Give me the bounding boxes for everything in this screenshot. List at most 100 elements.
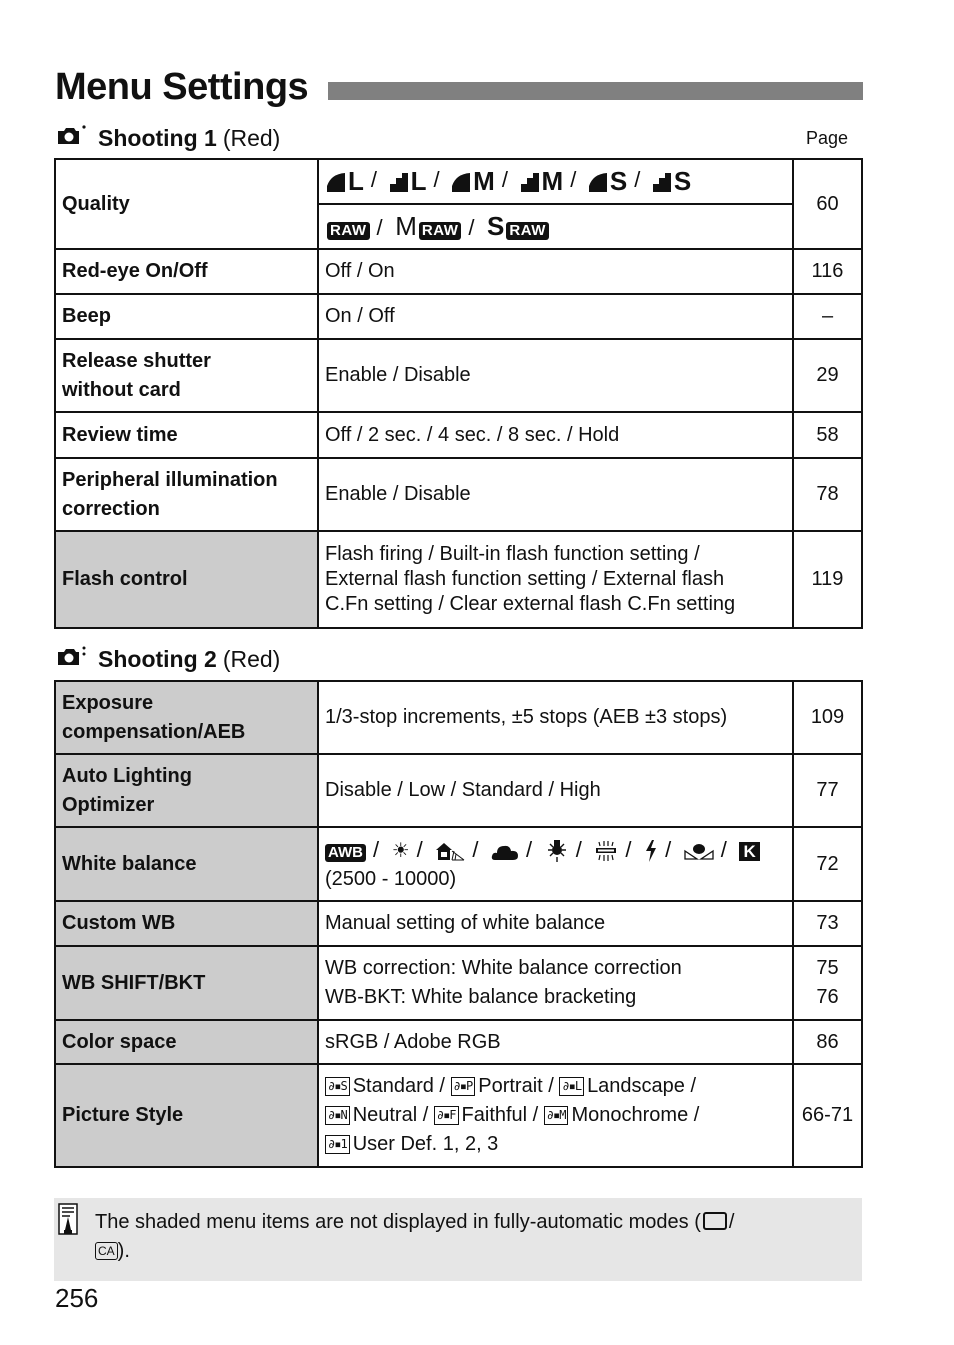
raw-badge: RAW: [506, 222, 549, 240]
picture-style-icon: ∂▪P: [450, 1077, 476, 1097]
memo-pencil-icon: [58, 1203, 78, 1240]
page-ref: 86: [792, 1019, 863, 1065]
setting-label: Red-eye On/Off: [54, 248, 319, 295]
shade-icon: [435, 841, 465, 861]
page-number: 256: [55, 1283, 99, 1313]
picture-style-option: ∂▪1 User Def. 1, 2, 3: [325, 1133, 498, 1155]
fluorescent-icon: [594, 840, 618, 862]
setting-label: WB SHIFT/BKT: [54, 945, 319, 1021]
setting-options: On / Off: [317, 293, 794, 340]
section-color: (Red): [222, 645, 281, 672]
picture-style-options: ∂▪S Standard / ∂▪P Portrait / ∂▪L Landscape…: [317, 1063, 794, 1168]
section-heading-shooting-1: Shooting 1 (Red) Page: [56, 124, 862, 152]
raw-size-prefix: M: [395, 211, 417, 241]
section-heading-shooting-2: Shooting 2 (Red): [56, 645, 862, 673]
page-ref: 78: [792, 457, 863, 532]
fine-quality-icon: [452, 172, 471, 192]
table-row: Exposure compensation/AEB 1/3-stop increm…: [54, 680, 863, 755]
page-ref: 72: [792, 826, 863, 902]
flash-icon: [644, 840, 658, 863]
quality-option: M: [452, 166, 495, 197]
picture-style-option: ∂▪F Faithful /: [433, 1104, 538, 1126]
table-row: Color space sRGB / Adobe RGB 86: [54, 1019, 863, 1065]
setting-label: Peripheral illumination correction: [54, 457, 319, 532]
page-ref: 60: [792, 158, 863, 250]
title-bar-decoration: [328, 82, 863, 100]
section-color: (Red): [222, 124, 281, 151]
picture-style-option: ∂▪M Monochrome /: [543, 1104, 699, 1126]
quality-option: L: [389, 166, 426, 197]
page-ref: 73: [792, 900, 863, 947]
page-ref: 58: [792, 411, 863, 459]
setting-options: Enable / Disable: [317, 338, 794, 413]
page-ref: 29: [792, 338, 863, 413]
custom-wb-icon: [684, 842, 714, 860]
page-ref: 116: [792, 248, 863, 295]
page-title: Menu Settings: [55, 65, 309, 108]
color-temperature-range: (2500 - 10000): [325, 867, 457, 890]
quality-option: L: [327, 166, 364, 197]
page-ref: 77: [792, 753, 863, 828]
setting-label: Picture Style: [54, 1063, 319, 1168]
setting-options: Disable / Low / Standard / High: [317, 753, 794, 828]
setting-quality: Quality: [54, 158, 319, 250]
setting-label: Review time: [54, 411, 319, 459]
picture-style-icon: ∂▪S: [325, 1077, 350, 1097]
table-row: Red-eye On/Off Off / On 116: [54, 248, 863, 295]
fine-quality-icon: [588, 172, 607, 192]
full-auto-mode-icon: [702, 1212, 727, 1230]
note-box: The shaded menu items are not displayed …: [54, 1198, 862, 1281]
setting-options: Enable / Disable: [317, 457, 794, 532]
title-row: Menu Settings: [55, 62, 863, 112]
shooting-2-table: Exposure compensation/AEB 1/3-stop increm…: [54, 680, 863, 1168]
setting-label: Beep: [54, 293, 319, 340]
page-column-label: Page: [805, 127, 848, 148]
page-ref: 119: [792, 530, 863, 629]
picture-style-icon: ∂▪1: [325, 1135, 350, 1155]
table-row: Peripheral illumination correction Enable…: [54, 457, 863, 532]
camera-shooting-2-icon: [56, 645, 86, 673]
color-temperature-k-icon: K: [739, 841, 760, 861]
picture-style-option: ∂▪N Neutral /: [325, 1104, 428, 1126]
table-row: Review time Off / 2 sec. / 4 sec. / 8 se…: [54, 411, 863, 459]
picture-style-icon: ∂▪M: [543, 1106, 569, 1126]
page-ref: 109: [792, 680, 863, 755]
picture-style-option: ∂▪L Landscape /: [559, 1075, 696, 1097]
raw-size-prefix: S: [487, 211, 505, 241]
note-text: The shaded menu items are not displayed …: [95, 1211, 735, 1262]
tungsten-icon: [545, 840, 569, 863]
table-row: WB SHIFT/BKT WB correction: White balanc…: [54, 945, 863, 1021]
daylight-icon: ☀: [391, 839, 410, 862]
shooting-1-table: Quality L / L / M / M / S / S 60 RAW / M…: [54, 158, 863, 629]
section-name: Shooting 1: [98, 124, 217, 151]
page-ref: 75 76: [792, 945, 863, 1021]
quality-option: S: [588, 166, 627, 197]
raw-badge: RAW: [327, 222, 370, 240]
setting-label: Custom WB: [54, 900, 319, 947]
white-balance-options: AWB / ☀ / / / / / / / K (2500 - 10000): [317, 826, 794, 902]
table-row: Beep On / Off –: [54, 293, 863, 340]
section-name: Shooting 2: [98, 645, 217, 672]
normal-quality-icon: [652, 172, 671, 192]
table-row: Quality L / L / M / M / S / S 60: [54, 158, 863, 250]
quality-raw-options: RAW / M RAW / S RAW: [317, 203, 794, 250]
table-row: Release shutter without card Enable / Dis…: [54, 338, 863, 413]
table-row: White balance AWB / ☀ / / / / / / / K (250…: [54, 826, 863, 902]
setting-label: Exposure compensation/AEB: [54, 680, 319, 755]
setting-options: sRGB / Adobe RGB: [317, 1019, 794, 1065]
table-row: Picture Style ∂▪S Standard / ∂▪P Portrait …: [54, 1063, 863, 1168]
setting-label: White balance: [54, 826, 319, 902]
setting-label: Color space: [54, 1019, 319, 1065]
picture-style-option: ∂▪P Portrait /: [450, 1075, 554, 1097]
setting-label: Release shutter without card: [54, 338, 319, 413]
setting-options: Flash firing / Built-in flash function s…: [317, 530, 794, 629]
camera-shooting-1-icon: [56, 124, 86, 152]
normal-quality-icon: [520, 172, 539, 192]
setting-label: Auto Lighting Optimizer: [54, 753, 319, 828]
picture-style-icon: ∂▪F: [433, 1106, 459, 1126]
picture-style-option: ∂▪S Standard /: [325, 1075, 445, 1097]
page-ref: –: [792, 293, 863, 340]
fine-quality-icon: [327, 172, 345, 192]
raw-badge: RAW: [418, 222, 462, 240]
normal-quality-icon: [389, 172, 408, 192]
